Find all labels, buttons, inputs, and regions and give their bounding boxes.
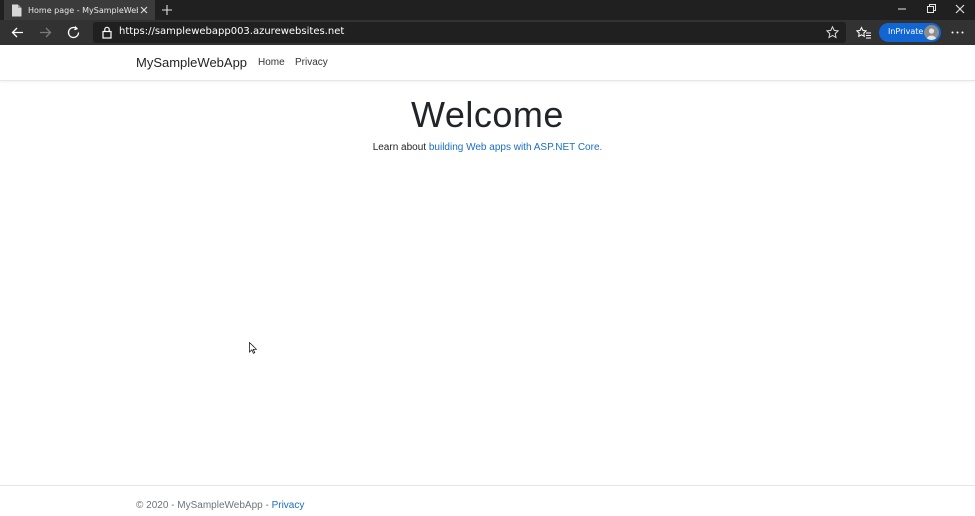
close-icon[interactable] bbox=[138, 4, 150, 16]
cursor-icon bbox=[249, 342, 257, 354]
url-text[interactable]: https://samplewebapp003.azurewebsites.ne… bbox=[119, 26, 344, 37]
address-bar[interactable]: https://samplewebapp003.azurewebsites.ne… bbox=[93, 22, 846, 43]
minimize-icon[interactable] bbox=[893, 1, 911, 17]
person-icon bbox=[926, 28, 937, 40]
favorites-icon[interactable] bbox=[855, 24, 872, 41]
welcome-section: Welcome Learn about building Web apps wi… bbox=[0, 93, 975, 153]
intro-paragraph: Learn about building Web apps with ASP.N… bbox=[0, 142, 975, 153]
restore-icon[interactable] bbox=[922, 1, 940, 17]
nav-link-privacy[interactable]: Privacy bbox=[295, 57, 328, 68]
aspnet-docs-link[interactable]: building Web apps with ASP.NET Core. bbox=[429, 142, 602, 153]
site-footer: © 2020 - MySampleWebApp - Privacy bbox=[0, 485, 975, 516]
browser-tab[interactable]: Home page - MySampleWebApp bbox=[4, 0, 155, 20]
page-title: Welcome bbox=[411, 94, 564, 135]
footer-copyright: © 2020 - MySampleWebApp - bbox=[136, 500, 272, 511]
star-icon[interactable] bbox=[825, 25, 840, 40]
tab-title: Home page - MySampleWebApp bbox=[28, 5, 138, 15]
browser-tabstrip: Home page - MySampleWebApp bbox=[0, 0, 975, 20]
footer-text: © 2020 - MySampleWebApp - Privacy bbox=[136, 500, 304, 511]
forward-icon[interactable] bbox=[37, 24, 54, 41]
refresh-icon[interactable] bbox=[65, 24, 82, 41]
plus-icon[interactable] bbox=[160, 3, 174, 17]
nav-link-home[interactable]: Home bbox=[258, 57, 285, 68]
more-icon[interactable] bbox=[949, 24, 966, 41]
avatar bbox=[924, 25, 939, 40]
browser-toolbar: https://samplewebapp003.azurewebsites.ne… bbox=[0, 20, 975, 45]
inprivate-button[interactable]: InPrivate bbox=[879, 23, 941, 42]
site-brand[interactable]: MySampleWebApp bbox=[136, 55, 247, 70]
inprivate-label: InPrivate bbox=[888, 27, 924, 36]
page-icon bbox=[12, 4, 22, 16]
site-navbar: MySampleWebApp Home Privacy bbox=[0, 45, 975, 81]
close-icon[interactable] bbox=[951, 1, 969, 17]
footer-privacy-link[interactable]: Privacy bbox=[272, 500, 305, 511]
lock-icon[interactable] bbox=[100, 25, 114, 40]
back-icon[interactable] bbox=[9, 24, 26, 41]
intro-text: Learn about bbox=[372, 142, 429, 153]
